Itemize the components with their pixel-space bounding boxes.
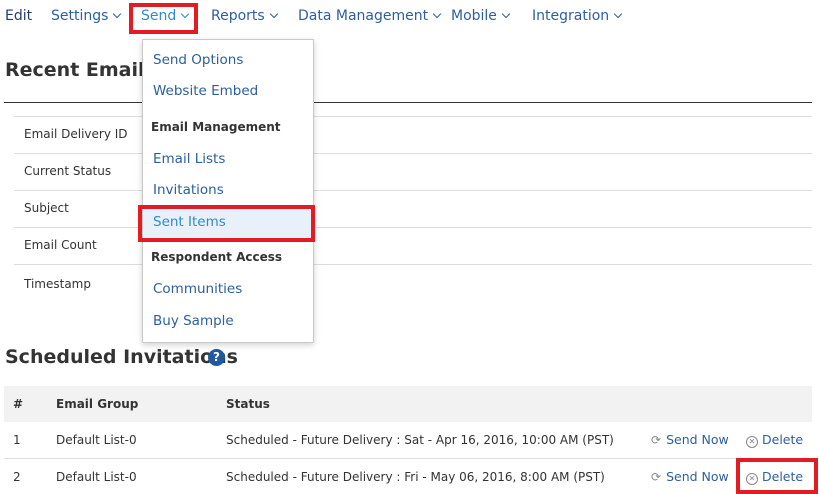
detail-row-timestamp: Timestamp xyxy=(14,264,812,306)
nav-send[interactable]: Send xyxy=(141,8,190,24)
menu-item-invitations[interactable]: Invitations xyxy=(153,182,224,198)
detail-label: Subject xyxy=(24,201,69,215)
row-email-group: Default List-0 xyxy=(56,470,137,484)
menu-item-communities[interactable]: Communities xyxy=(153,281,242,297)
column-header-email-group: Email Group xyxy=(56,397,139,411)
detail-label: Email Count xyxy=(24,238,97,252)
chevron-down-icon xyxy=(501,9,511,19)
nav-integration[interactable]: Integration xyxy=(532,8,623,24)
nav-reports-label: Reports xyxy=(211,8,265,24)
column-header-status: Status xyxy=(226,397,270,411)
menu-item-buy-sample[interactable]: Buy Sample xyxy=(153,313,234,329)
title-divider xyxy=(4,102,812,103)
scheduled-invitations-title: Scheduled Invitations xyxy=(5,346,238,368)
menu-header-email-management: Email Management xyxy=(151,120,281,134)
chevron-down-icon xyxy=(432,9,442,19)
detail-row-delivery-id: Email Delivery ID xyxy=(14,116,812,153)
detail-row-current-status: Current Status xyxy=(14,153,812,190)
delete-label: Delete xyxy=(762,432,804,447)
menu-header-respondent-access: Respondent Access xyxy=(151,250,283,264)
delete-button[interactable]: ✕ Delete xyxy=(746,469,803,485)
row-number: 1 xyxy=(13,433,21,447)
circle-x-icon: ✕ xyxy=(746,473,758,485)
row-status: Scheduled - Future Delivery : Fri - May … xyxy=(226,470,605,484)
menu-item-website-embed[interactable]: Website Embed xyxy=(153,83,258,99)
nav-data-management-label: Data Management xyxy=(298,8,429,24)
nav-reports[interactable]: Reports xyxy=(211,8,278,24)
send-dropdown-menu: Send Options Website Embed Email Managem… xyxy=(142,39,314,343)
delete-label: Delete xyxy=(762,469,804,484)
nav-settings-label: Settings xyxy=(51,8,109,24)
row-status: Scheduled - Future Delivery : Sat - Apr … xyxy=(226,433,614,447)
delete-button[interactable]: ✕ Delete xyxy=(746,432,803,448)
detail-label: Timestamp xyxy=(24,277,91,291)
nav-mobile-label: Mobile xyxy=(451,8,497,24)
chevron-down-icon xyxy=(269,9,278,19)
chevron-down-icon xyxy=(181,9,190,19)
menu-item-sent-items-label: Sent Items xyxy=(153,214,226,230)
detail-row-email-count: Email Count xyxy=(14,227,812,264)
menu-item-sent-items[interactable]: Sent Items xyxy=(143,208,313,240)
chevron-down-icon xyxy=(613,9,623,19)
detail-label: Email Delivery ID xyxy=(24,127,128,141)
send-now-button[interactable]: ⟳ Send Now xyxy=(651,432,729,447)
detail-row-subject: Subject xyxy=(14,190,812,227)
send-now-button[interactable]: ⟳ Send Now xyxy=(651,469,729,484)
nav-send-label: Send xyxy=(141,8,177,24)
top-nav: Edit Settings Send Reports Data Manageme… xyxy=(0,0,819,34)
table-row: 1 Default List-0 Scheduled - Future Deli… xyxy=(4,422,812,459)
refresh-icon: ⟳ xyxy=(651,470,662,484)
nav-data-management[interactable]: Data Management xyxy=(298,8,442,24)
row-email-group: Default List-0 xyxy=(56,433,137,447)
table-header: # Email Group Status xyxy=(4,386,812,422)
nav-mobile[interactable]: Mobile xyxy=(451,8,511,24)
nav-settings[interactable]: Settings xyxy=(51,8,122,24)
detail-label: Current Status xyxy=(24,164,112,178)
nav-integration-label: Integration xyxy=(532,8,610,24)
refresh-icon: ⟳ xyxy=(651,433,662,447)
send-now-label: Send Now xyxy=(666,432,729,447)
help-icon[interactable]: ? xyxy=(208,349,225,366)
menu-item-send-options[interactable]: Send Options xyxy=(153,52,243,68)
nav-edit[interactable]: Edit xyxy=(5,8,32,24)
column-header-number: # xyxy=(13,397,24,411)
row-number: 2 xyxy=(13,470,21,484)
menu-item-email-lists[interactable]: Email Lists xyxy=(153,151,225,167)
send-now-label: Send Now xyxy=(666,469,729,484)
table-row: 2 Default List-0 Scheduled - Future Deli… xyxy=(4,459,812,494)
chevron-down-icon xyxy=(113,9,122,19)
circle-x-icon: ✕ xyxy=(746,436,758,448)
